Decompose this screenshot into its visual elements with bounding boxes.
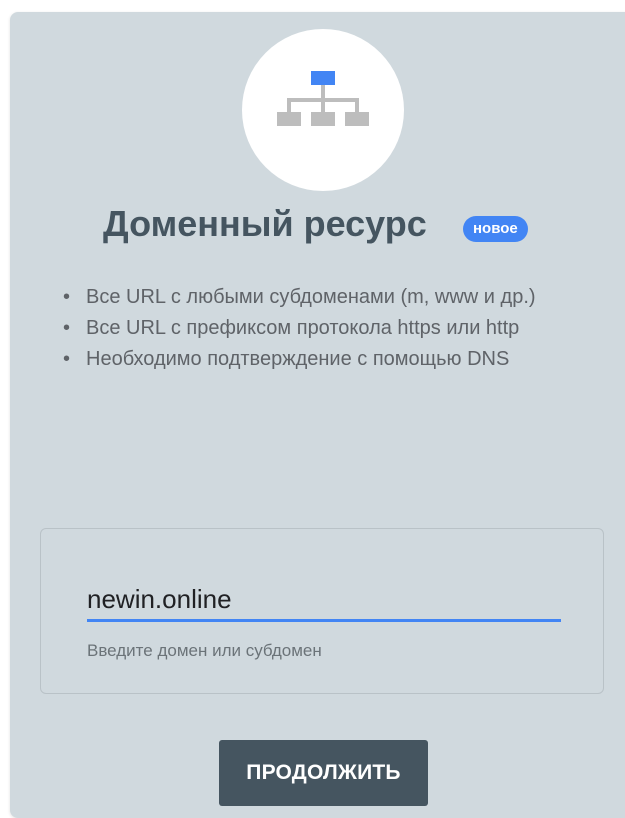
sitemap-icon <box>277 71 369 126</box>
domain-input-helper: Введите домен или субдомен <box>87 641 322 660</box>
card-title: Доменный ресурс <box>103 203 427 244</box>
feature-item: • Все URL с префиксом протокола https или… <box>53 313 583 344</box>
new-badge: новое <box>463 216 528 242</box>
features-list: • Все URL с любыми субдоменами (m, www и … <box>53 282 583 375</box>
feature-item: • Все URL с любыми субдоменами (m, www и … <box>53 282 583 313</box>
domain-input[interactable] <box>87 579 561 622</box>
continue-button[interactable]: ПРОДОЛЖИТЬ <box>219 740 428 806</box>
bullet-icon: • <box>63 348 71 370</box>
feature-text: Все URL с префиксом протокола https или … <box>86 317 520 339</box>
bullet-icon: • <box>63 286 71 308</box>
feature-text: Все URL с любыми субдоменами (m, www и д… <box>86 286 536 308</box>
feature-text: Необходимо подтверждение с помощью DNS <box>86 348 510 370</box>
domain-property-card: Доменный ресурс новое • Все URL с любыми … <box>10 12 625 818</box>
title-row: Доменный ресурс новое <box>10 200 625 250</box>
feature-item: • Необходимо подтверждение с помощью DNS <box>53 344 583 375</box>
domain-input-box: Введите домен или субдомен <box>40 528 604 694</box>
bullet-icon: • <box>63 317 71 339</box>
icon-circle <box>242 29 404 191</box>
